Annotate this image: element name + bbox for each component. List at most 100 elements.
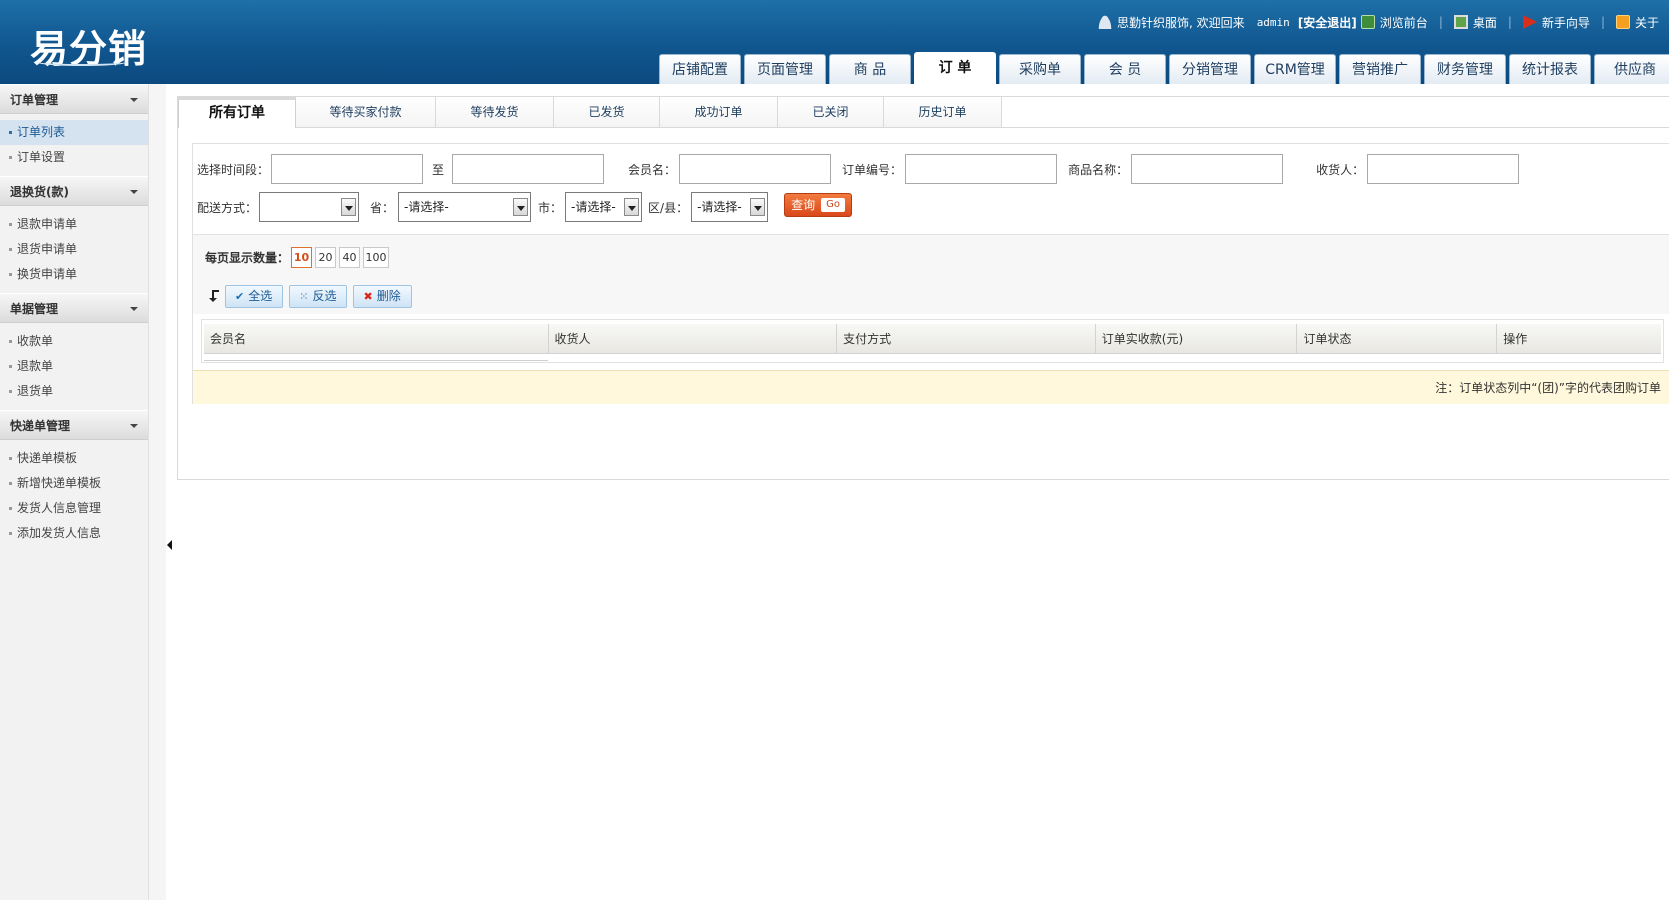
tab-closed[interactable]: 已关闭 bbox=[778, 97, 884, 127]
desktop-icon bbox=[1453, 15, 1468, 29]
welcome-text: 思勤针织服饰, 欢迎回来 bbox=[1117, 15, 1245, 30]
to-label: 至 bbox=[432, 162, 445, 177]
main-content: 所有订单 等待买家付款 等待发货 已发货 成功订单 已关闭 历史订单 选择时间段… bbox=[177, 96, 1669, 480]
col-amount[interactable]: 订单实收款(元) bbox=[1096, 324, 1298, 354]
orders-table: 会员名 收货人 支付方式 订单实收款(元) 订单状态 操作 bbox=[201, 319, 1664, 363]
username: admin bbox=[1256, 15, 1290, 29]
delete-x-icon: ✖ bbox=[363, 290, 373, 303]
page-size-100[interactable]: 100 bbox=[363, 247, 390, 268]
sidebar-group-documents[interactable]: 单据管理 bbox=[0, 293, 148, 323]
list-toolbar: 每页显示数量： 10 20 40 100 ✔ 全选 ⁙ 反选 ✖ 删除 bbox=[193, 234, 1669, 314]
collapse-sidebar-icon[interactable] bbox=[167, 540, 172, 550]
tab-awaiting-payment[interactable]: 等待买家付款 bbox=[296, 97, 436, 127]
col-payment-method[interactable]: 支付方式 bbox=[837, 324, 1096, 354]
tab-all-orders[interactable]: 所有订单 bbox=[178, 97, 296, 128]
tab-marketing[interactable]: 营销推广 bbox=[1339, 54, 1421, 84]
delete-button[interactable]: ✖ 删除 bbox=[353, 285, 412, 308]
tab-page-manage[interactable]: 页面管理 bbox=[744, 54, 826, 84]
tab-store-config[interactable]: 店铺配置 bbox=[659, 54, 741, 84]
logout-link[interactable]: [安全退出] bbox=[1298, 14, 1357, 31]
end-date-input[interactable] bbox=[452, 154, 605, 184]
tab-products[interactable]: 商 品 bbox=[829, 54, 911, 84]
tab-finance[interactable]: 财务管理 bbox=[1424, 54, 1506, 84]
receiver-input[interactable] bbox=[1367, 154, 1520, 184]
check-icon: ✔ bbox=[235, 290, 245, 303]
sidebar-item-order-list[interactable]: 订单列表 bbox=[0, 120, 148, 145]
sidebar-item-refund-request[interactable]: 退款申请单 bbox=[0, 212, 148, 237]
city-select[interactable]: -请选择- bbox=[565, 192, 643, 222]
guide-flag-icon bbox=[1522, 15, 1537, 29]
time-range-label: 选择时间段： bbox=[197, 162, 270, 177]
tab-awaiting-shipment[interactable]: 等待发货 bbox=[436, 97, 554, 127]
logo-swoosh bbox=[36, 58, 128, 66]
sidebar-group-express[interactable]: 快递单管理 bbox=[0, 410, 148, 440]
guide-link[interactable]: 新手向导 bbox=[1542, 14, 1590, 31]
select-all-button[interactable]: ✔ 全选 bbox=[225, 285, 284, 308]
main-nav-tabs: 店铺配置 页面管理 商 品 订 单 采购单 会 员 分销管理 CRM管理 营销推… bbox=[659, 52, 1669, 84]
browse-icon bbox=[1360, 15, 1375, 29]
tab-members[interactable]: 会 员 bbox=[1084, 54, 1166, 84]
sidebar-item-add-express-template[interactable]: 新增快递单模板 bbox=[0, 471, 148, 496]
chevron-down-icon bbox=[130, 98, 138, 102]
sidebar-item-returns[interactable]: 退货单 bbox=[0, 379, 148, 404]
province-label: 省： bbox=[370, 200, 395, 215]
group-buy-note: 注：订单状态列中“(团)”字的代表团购订单 bbox=[193, 370, 1669, 404]
col-receiver[interactable]: 收货人 bbox=[549, 324, 838, 354]
about-link[interactable]: 关于 bbox=[1635, 14, 1659, 31]
sidebar-item-return-request[interactable]: 退货申请单 bbox=[0, 237, 148, 262]
order-number-input[interactable] bbox=[905, 154, 1058, 184]
tab-history[interactable]: 历史订单 bbox=[884, 97, 1002, 127]
sidebar-group-returns[interactable]: 退换货(款) bbox=[0, 176, 148, 206]
top-header: 易分销 思勤针织服饰, 欢迎回来 admin [安全退出] 浏览前台 | 桌面 … bbox=[0, 0, 1669, 84]
sidebar-item-add-shipper[interactable]: 添加发货人信息 bbox=[0, 521, 148, 546]
chevron-down-icon bbox=[624, 198, 640, 216]
province-select[interactable]: -请选择- bbox=[398, 192, 532, 222]
sidebar-item-exchange-request[interactable]: 换货申请单 bbox=[0, 262, 148, 287]
filter-panel: 选择时间段： 至 会员名： 订单编号： 商品名称： 收货人： 配送方式： 省： … bbox=[192, 143, 1669, 404]
query-button[interactable]: 查询 Go bbox=[784, 193, 853, 217]
sidebar-item-refunds[interactable]: 退款单 bbox=[0, 354, 148, 379]
col-order-status[interactable]: 订单状态 bbox=[1297, 324, 1498, 354]
product-name-input[interactable] bbox=[1131, 154, 1284, 184]
shipping-method-select[interactable] bbox=[259, 192, 360, 222]
tab-successful[interactable]: 成功订单 bbox=[660, 97, 778, 127]
desktop-link[interactable]: 桌面 bbox=[1473, 14, 1497, 31]
chevron-down-icon bbox=[341, 198, 357, 216]
page-size-10[interactable]: 10 bbox=[291, 247, 313, 268]
about-icon bbox=[1615, 15, 1630, 29]
page-size-20[interactable]: 20 bbox=[315, 247, 337, 268]
tab-supplier[interactable]: 供应商 bbox=[1594, 54, 1669, 84]
member-name-input[interactable] bbox=[679, 154, 832, 184]
sidebar-item-express-templates[interactable]: 快递单模板 bbox=[0, 446, 148, 471]
col-member-name[interactable]: 会员名 bbox=[204, 324, 549, 354]
order-number-label: 订单编号： bbox=[842, 162, 903, 177]
return-arrow-icon bbox=[209, 290, 219, 302]
receiver-label: 收货人： bbox=[1316, 162, 1365, 177]
sidebar-group-orders[interactable]: 订单管理 bbox=[0, 84, 148, 114]
product-name-label: 商品名称： bbox=[1068, 162, 1129, 177]
sidebar-item-receipts[interactable]: 收款单 bbox=[0, 329, 148, 354]
tab-reports[interactable]: 统计报表 bbox=[1509, 54, 1591, 84]
city-label: 市： bbox=[538, 200, 563, 215]
left-sidebar: 订单管理 订单列表 订单设置 退换货(款) 退款申请单 退货申请单 换货申请单 … bbox=[0, 84, 149, 900]
sidebar-item-shipper-manage[interactable]: 发货人信息管理 bbox=[0, 496, 148, 521]
invert-selection-button[interactable]: ⁙ 反选 bbox=[289, 285, 348, 308]
sidebar-item-order-settings[interactable]: 订单设置 bbox=[0, 145, 148, 170]
chevron-down-icon bbox=[130, 190, 138, 194]
user-icon bbox=[1098, 15, 1113, 29]
district-label: 区/县： bbox=[648, 200, 689, 215]
col-operation[interactable]: 操作 bbox=[1497, 324, 1661, 354]
tab-purchase[interactable]: 采购单 bbox=[999, 54, 1081, 84]
tab-orders[interactable]: 订 单 bbox=[914, 52, 996, 84]
browse-front-link[interactable]: 浏览前台 bbox=[1380, 14, 1428, 31]
district-select[interactable]: -请选择- bbox=[691, 192, 769, 222]
page-size-40[interactable]: 40 bbox=[339, 247, 361, 268]
member-name-label: 会员名： bbox=[628, 162, 677, 177]
tab-crm[interactable]: CRM管理 bbox=[1254, 54, 1336, 84]
tab-distribution[interactable]: 分销管理 bbox=[1169, 54, 1251, 84]
order-status-tabs: 所有订单 等待买家付款 等待发货 已发货 成功订单 已关闭 历史订单 bbox=[178, 97, 1669, 128]
tab-shipped[interactable]: 已发货 bbox=[554, 97, 660, 127]
page-size-label: 每页显示数量： bbox=[205, 251, 290, 265]
start-date-input[interactable] bbox=[271, 154, 424, 184]
chevron-down-icon bbox=[513, 198, 529, 216]
